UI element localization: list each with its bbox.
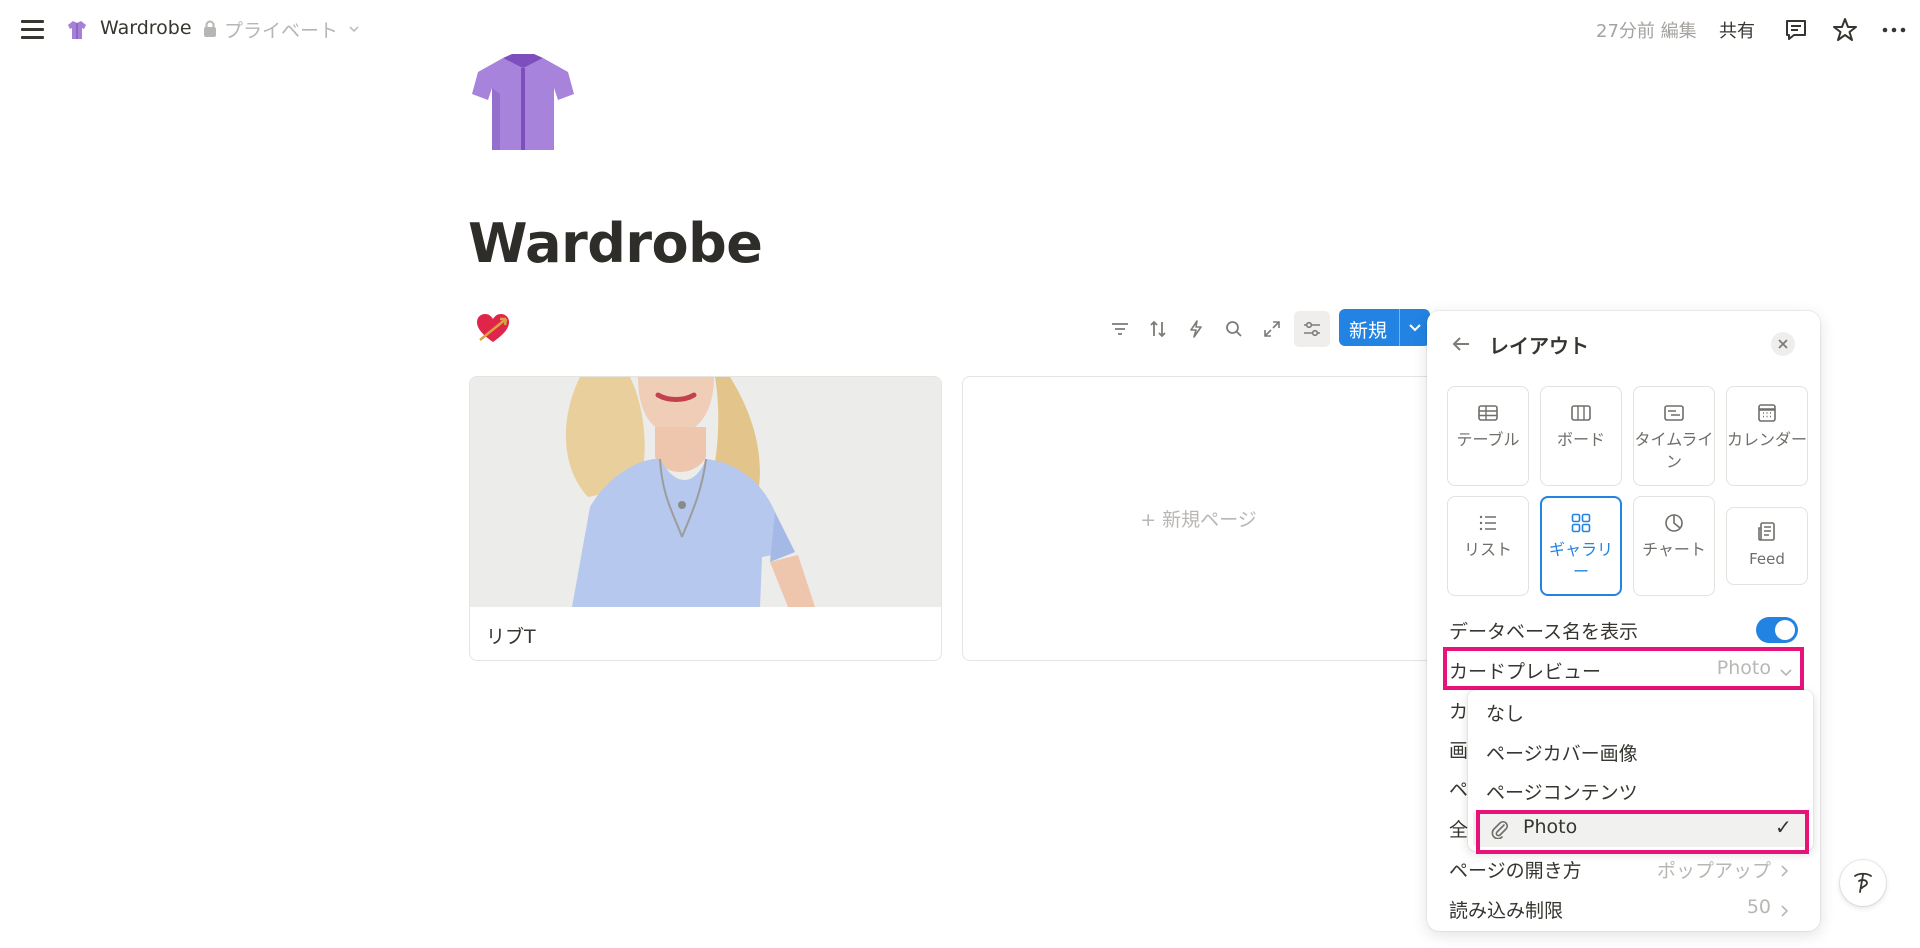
more-icon[interactable] (1880, 16, 1908, 44)
chevron-right-icon[interactable] (1779, 904, 1791, 918)
gallery-icon (1571, 513, 1591, 533)
layout-tile-calendar[interactable]: カレンダー (1726, 386, 1808, 486)
heart-arrow-icon[interactable] (476, 313, 510, 345)
star-icon[interactable] (1831, 16, 1859, 44)
load-limit-value: 50 (1746, 896, 1771, 918)
filter-icon[interactable] (1105, 314, 1135, 344)
close-icon[interactable] (1771, 332, 1795, 356)
layout-tile-timeline[interactable]: タイムライン (1633, 386, 1715, 486)
list-icon (1479, 515, 1496, 531)
timeline-icon (1664, 405, 1684, 421)
help-icon[interactable] (1840, 860, 1886, 906)
tile-label: カレンダー (1727, 430, 1808, 449)
partial-row-label: 画 (1449, 740, 1469, 762)
open-pages-row[interactable]: ページの開き方 ポップアップ (1449, 856, 1799, 888)
gallery-card[interactable]: リブT (469, 376, 942, 661)
photo-option-highlight (1476, 810, 1809, 854)
layout-tile-gallery[interactable]: ギャラリー (1540, 496, 1622, 596)
layout-tile-table[interactable]: テーブル (1447, 386, 1529, 486)
sort-icon[interactable] (1143, 314, 1173, 344)
tile-label: テーブル (1456, 430, 1520, 449)
dropdown-option-page-cover[interactable]: ページカバー画像 (1486, 739, 1638, 766)
toggle-knob (1775, 620, 1795, 640)
show-db-name-toggle[interactable] (1756, 617, 1798, 643)
table-icon (1478, 405, 1498, 421)
share-button[interactable]: 共有 (1719, 17, 1755, 43)
edited-timestamp: 27分前 編集 (1596, 21, 1697, 42)
search-icon[interactable] (1219, 314, 1249, 344)
new-button[interactable]: 新規 (1339, 309, 1430, 346)
open-pages-label: ページの開き方 (1449, 860, 1582, 882)
partial-row-label: カ (1449, 701, 1469, 723)
dropdown-option-page-content[interactable]: ページコンテンツ (1486, 778, 1638, 805)
tile-label: チャート (1642, 540, 1706, 559)
chevron-down-icon[interactable] (1407, 321, 1423, 335)
automation-icon[interactable] (1181, 314, 1211, 344)
load-limit-row[interactable]: 読み込み制限 50 (1449, 896, 1799, 928)
load-limit-label: 読み込み制限 (1449, 900, 1564, 922)
new-page-card[interactable]: + 新規ページ (962, 376, 1435, 661)
layout-tile-feed[interactable]: Feed (1726, 507, 1808, 585)
tile-label: ギャラリー (1548, 540, 1613, 581)
layout-tile-chart[interactable]: チャート (1633, 496, 1715, 596)
shirt-icon[interactable] (66, 19, 88, 41)
topbar: Wardrobe プライベート 27分前 編集 共有 (0, 0, 1920, 58)
comment-icon[interactable] (1782, 16, 1810, 44)
settings-sliders-icon[interactable] (1294, 311, 1330, 347)
show-db-name-label: データベース名を表示 (1449, 621, 1639, 643)
tile-label: Feed (1749, 550, 1785, 568)
card-photo (470, 377, 941, 607)
chart-icon (1665, 514, 1683, 532)
open-pages-value: ポップアップ (1656, 860, 1771, 882)
new-button-divider (1399, 309, 1400, 346)
show-db-name-row[interactable]: データベース名を表示 (1449, 617, 1799, 649)
tile-label: リスト (1463, 540, 1512, 559)
page-title[interactable]: Wardrobe (468, 212, 763, 275)
back-arrow-icon[interactable] (1449, 332, 1473, 356)
layout-tile-list[interactable]: リスト (1447, 496, 1529, 596)
chevron-down-icon[interactable] (348, 23, 360, 35)
new-button-label: 新規 (1349, 320, 1388, 342)
dropdown-option-none[interactable]: なし (1486, 699, 1524, 726)
card-title: リブT (486, 626, 536, 648)
expand-icon[interactable] (1257, 314, 1287, 344)
board-icon (1571, 405, 1591, 421)
panel-title: レイアウト (1489, 334, 1589, 358)
partial-row-label: 全 (1449, 819, 1469, 841)
partial-row-label: ペ (1449, 779, 1469, 801)
card-preview-highlight (1443, 647, 1804, 690)
feed-icon (1758, 522, 1775, 541)
menu-icon[interactable] (18, 17, 48, 41)
privacy-label[interactable]: プライベート (224, 16, 338, 43)
lock-icon (204, 20, 216, 37)
photo-blue-tshirt (470, 377, 941, 607)
new-page-label: + 新規ページ (1140, 509, 1257, 531)
tile-label: タイムライン (1634, 430, 1714, 471)
shirt-icon[interactable] (470, 54, 576, 154)
calendar-icon (1758, 404, 1776, 422)
tile-label: ボード (1556, 430, 1605, 449)
chevron-right-icon[interactable] (1779, 864, 1791, 878)
breadcrumb-title[interactable]: Wardrobe (100, 17, 192, 39)
layout-tile-board[interactable]: ボード (1540, 386, 1622, 486)
